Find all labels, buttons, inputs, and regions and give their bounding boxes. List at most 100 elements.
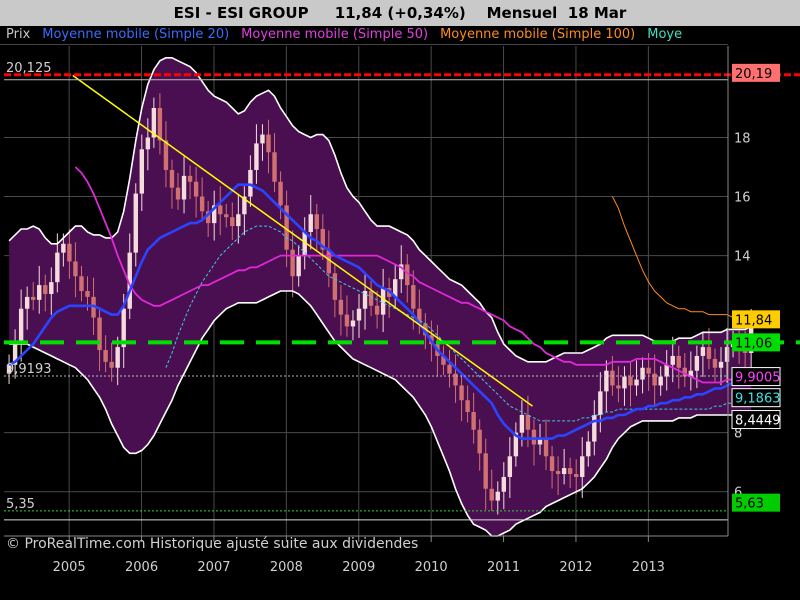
candle-body-115 xyxy=(700,347,706,356)
candle-body-18 xyxy=(115,347,120,368)
candle-body-116 xyxy=(706,347,712,359)
candle-body-117 xyxy=(712,358,718,368)
candle-body-87 xyxy=(531,429,537,445)
candle-body-105 xyxy=(640,367,645,380)
candle-body-56 xyxy=(344,314,350,327)
candle-body-98 xyxy=(598,391,603,415)
candle-body-67 xyxy=(411,285,416,309)
candle-body-61 xyxy=(374,305,380,315)
x-tick-4: 2009 xyxy=(342,560,375,575)
price-tag-2: 11,06 xyxy=(735,336,772,351)
candle-body-75 xyxy=(459,385,464,401)
candle-body-10 xyxy=(67,243,72,262)
candle-body-95 xyxy=(580,456,585,477)
candle-body-78 xyxy=(477,429,482,454)
candle-body-77 xyxy=(471,412,476,430)
candle-body-60 xyxy=(368,291,374,306)
candle-body-43 xyxy=(266,134,271,153)
candle-body-73 xyxy=(447,364,452,374)
candle-body-106 xyxy=(646,367,651,374)
ref-label-1: 9,9193 xyxy=(6,362,52,377)
price-tag-6: 5,63 xyxy=(735,497,764,512)
candle-body-104 xyxy=(634,379,639,386)
candle-body-3 xyxy=(24,296,30,309)
candle-body-22 xyxy=(139,149,145,194)
ref-label-0: 20,125 xyxy=(6,61,52,76)
candle-body-114 xyxy=(694,355,700,371)
y-tick-3: 16 xyxy=(734,191,751,206)
price-tag-4: 9,1863 xyxy=(735,392,781,407)
x-tick-8: 2013 xyxy=(632,560,665,575)
candle-body-47 xyxy=(290,249,295,277)
candle-body-57 xyxy=(350,320,356,327)
candle-body-17 xyxy=(109,361,114,368)
candle-body-32 xyxy=(199,196,205,212)
candle-body-118 xyxy=(718,361,724,368)
price-tag-0: 20,19 xyxy=(735,67,772,82)
candle-body-79 xyxy=(483,453,488,489)
x-tick-5: 2010 xyxy=(415,560,448,575)
x-tick-3: 2008 xyxy=(270,560,303,575)
price-tag-5: 8,4449 xyxy=(735,414,781,429)
candle-body-103 xyxy=(628,376,633,386)
price-chart: 20,1259,91935,35 681416182005 2006 2007 200… xyxy=(4,46,800,575)
candle-body-109 xyxy=(664,364,669,377)
candle-body-83 xyxy=(507,456,513,477)
candle-body-101 xyxy=(616,385,621,389)
candle-body-26 xyxy=(163,140,169,170)
candle-body-44 xyxy=(272,152,277,182)
candle-body-13 xyxy=(85,291,90,297)
candle-body-51 xyxy=(314,214,319,230)
candle-body-94 xyxy=(574,474,579,477)
candle-body-9 xyxy=(61,243,66,253)
x-tick-0: 2005 xyxy=(53,560,86,575)
candle-body-11 xyxy=(73,261,78,277)
candle-body-102 xyxy=(622,376,627,389)
price-tag-3: 9,9005 xyxy=(735,371,781,386)
candle-body-7 xyxy=(49,282,54,294)
candle-body-91 xyxy=(555,471,561,475)
candle-body-86 xyxy=(525,414,531,430)
candle-body-23 xyxy=(145,137,151,150)
candle-body-80 xyxy=(489,488,494,501)
candle-body-12 xyxy=(79,276,84,291)
x-tick-7: 2012 xyxy=(559,560,592,575)
candle-body-119 xyxy=(724,347,730,362)
candle-body-48 xyxy=(296,255,301,277)
candle-body-8 xyxy=(55,252,60,283)
candle-body-100 xyxy=(610,370,615,386)
candle-body-54 xyxy=(332,273,338,300)
candle-body-82 xyxy=(501,476,507,492)
y-tick-2: 14 xyxy=(734,250,751,265)
x-tick-1: 2006 xyxy=(125,560,158,575)
candle-body-29 xyxy=(181,175,187,200)
candle-body-15 xyxy=(97,317,102,351)
candle-body-96 xyxy=(586,441,591,457)
candle-body-38 xyxy=(236,214,241,227)
candle-body-42 xyxy=(260,134,265,144)
candle-body-30 xyxy=(187,175,193,182)
candle-body-85 xyxy=(519,414,525,433)
candle-body-2 xyxy=(18,308,24,345)
candle-body-90 xyxy=(549,456,555,472)
y-tick-4: 18 xyxy=(734,132,751,147)
candle-body-58 xyxy=(356,308,362,321)
candle-body-76 xyxy=(465,400,470,413)
candle-body-37 xyxy=(230,217,235,227)
candle-body-21 xyxy=(133,193,138,253)
candle-body-99 xyxy=(604,370,609,392)
candle-body-92 xyxy=(561,468,567,475)
x-tick-2: 2007 xyxy=(197,560,230,575)
candle-body-97 xyxy=(592,414,597,442)
x-tick-6: 2011 xyxy=(487,560,520,575)
watermark: © ProRealTime.com Historique ajusté suit… xyxy=(6,536,418,552)
candle-body-93 xyxy=(567,468,573,475)
candle-body-25 xyxy=(157,107,163,141)
candle-body-16 xyxy=(103,350,108,362)
candle-body-110 xyxy=(670,355,675,365)
candle-body-108 xyxy=(658,376,663,386)
candle-body-41 xyxy=(254,143,259,170)
candle-body-107 xyxy=(652,373,657,386)
candle-body-50 xyxy=(308,214,313,232)
candle-body-40 xyxy=(248,169,253,197)
